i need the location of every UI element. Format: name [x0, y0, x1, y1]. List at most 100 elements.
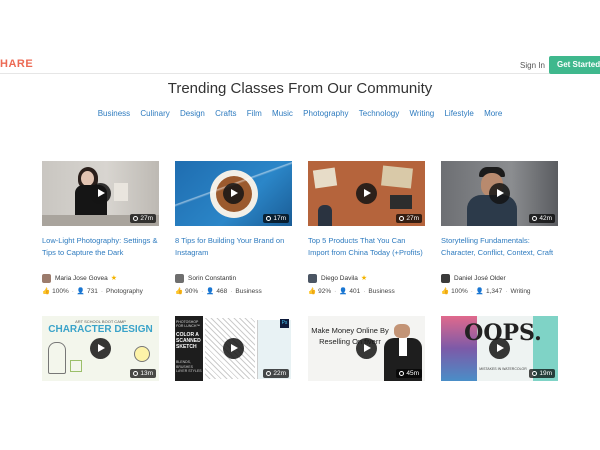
category-culinary[interactable]: Culinary	[140, 109, 169, 118]
duration-badge: 17m	[263, 214, 289, 223]
duration-text: 22m	[273, 370, 286, 377]
category-music[interactable]: Music	[272, 109, 293, 118]
clock-icon	[133, 370, 139, 376]
author-name: Daniel José Older	[454, 274, 506, 282]
play-icon[interactable]	[489, 183, 510, 204]
duration-badge: 22m	[263, 369, 289, 378]
class-category: Photography	[106, 288, 143, 295]
category-design[interactable]: Design	[180, 109, 205, 118]
category-business[interactable]: Business	[98, 109, 130, 118]
author-name: Sorin Constantin	[188, 274, 237, 282]
class-author[interactable]: Maria Jose Govea ★	[42, 272, 159, 284]
logo[interactable]: HARE	[0, 58, 33, 70]
student-icon: 👤	[475, 288, 484, 295]
rating-value: 92%	[318, 288, 332, 295]
class-thumbnail[interactable]: ART SCHOOL BOOT CAMP CHARACTER DESIGN 13…	[42, 316, 159, 381]
class-title[interactable]: 8 Tips for Building Your Brand on Instag…	[175, 235, 292, 271]
play-icon[interactable]	[90, 338, 111, 359]
thumbnail-title: CHARACTER DESIGN	[48, 324, 153, 335]
thumbs-up-icon: 👍	[175, 288, 184, 295]
category-film[interactable]: Film	[247, 109, 262, 118]
clock-icon	[532, 370, 538, 376]
get-started-button[interactable]: Get Started	[549, 56, 600, 74]
clock-icon	[532, 215, 538, 221]
class-category: Business	[368, 288, 395, 295]
sign-in-link[interactable]: Sign In	[520, 61, 545, 70]
class-card[interactable]: 27m Top 5 Products That You Can Import f…	[308, 161, 425, 295]
class-card[interactable]: Make Money Online By Reselling On fiverr…	[308, 316, 425, 381]
student-icon: 👤	[76, 288, 85, 295]
class-card[interactable]: OOPS. MISTAKES IN WATERCOLOR 19m	[441, 316, 558, 381]
thumbnail-title: COLOR A SCANNED SKETCH	[176, 332, 201, 350]
category-technology[interactable]: Technology	[359, 109, 399, 118]
class-author[interactable]: Daniel José Older	[441, 272, 558, 284]
category-crafts[interactable]: Crafts	[215, 109, 236, 118]
play-icon[interactable]	[223, 183, 244, 204]
thumbs-up-icon: 👍	[308, 288, 317, 295]
duration-badge: 27m	[130, 214, 156, 223]
category-lifestyle[interactable]: Lifestyle	[444, 109, 473, 118]
class-card[interactable]: ART SCHOOL BOOT CAMP CHARACTER DESIGN 13…	[42, 316, 159, 381]
class-thumbnail[interactable]: PHOTOSHOP FOR LUNCH™ COLOR A SCANNED SKE…	[175, 316, 292, 381]
category-nav: Business Culinary Design Crafts Film Mus…	[0, 109, 600, 118]
class-card[interactable]: PHOTOSHOP FOR LUNCH™ COLOR A SCANNED SKE…	[175, 316, 292, 381]
student-count: 731	[86, 288, 98, 295]
class-thumbnail[interactable]: 27m	[42, 161, 159, 226]
author-name: Diego Davila	[321, 274, 358, 282]
class-title[interactable]: Top 5 Products That You Can Import from …	[308, 235, 425, 271]
play-icon[interactable]	[356, 183, 377, 204]
class-thumbnail[interactable]: Make Money Online By Reselling On fiverr…	[308, 316, 425, 381]
class-category: Business	[235, 288, 262, 295]
class-thumbnail[interactable]: 42m	[441, 161, 558, 226]
duration-text: 13m	[140, 370, 153, 377]
duration-text: 17m	[273, 215, 286, 222]
class-card[interactable]: 42m Storytelling Fundamentals: Character…	[441, 161, 558, 295]
top-navigation-bar: HARE Sign In Get Started	[0, 0, 600, 74]
clock-icon	[399, 370, 405, 376]
class-title[interactable]: Storytelling Fundamentals: Character, Co…	[441, 235, 558, 271]
duration-badge: 19m	[529, 369, 555, 378]
clock-icon	[266, 215, 272, 221]
duration-badge: 42m	[529, 214, 555, 223]
clock-icon	[399, 215, 405, 221]
class-thumbnail[interactable]: 17m	[175, 161, 292, 226]
student-count: 401	[349, 288, 361, 295]
category-writing[interactable]: Writing	[409, 109, 434, 118]
star-icon: ★	[360, 275, 368, 282]
class-stats: 👍 90% · 👤 468 · Business	[175, 288, 262, 295]
class-author[interactable]: Sorin Constantin	[175, 272, 292, 284]
avatar	[175, 273, 184, 283]
avatar	[42, 273, 51, 283]
class-card[interactable]: 27m Low-Light Photography: Settings & Ti…	[42, 161, 159, 295]
section-heading: Trending Classes From Our Community	[167, 80, 433, 97]
thumbs-up-icon: 👍	[441, 288, 450, 295]
rating-value: 100%	[52, 288, 69, 295]
class-card[interactable]: 17m 8 Tips for Building Your Brand on In…	[175, 161, 292, 295]
clock-icon	[266, 370, 272, 376]
class-stats: 👍 100% · 👤 1,347 · Writing	[441, 288, 531, 295]
duration-badge: 27m	[396, 214, 422, 223]
play-icon[interactable]	[356, 338, 377, 359]
rating-value: 90%	[185, 288, 199, 295]
class-title[interactable]: Low-Light Photography: Settings & Tips t…	[42, 235, 159, 271]
thumbs-up-icon: 👍	[42, 288, 51, 295]
class-thumbnail[interactable]: 27m	[308, 161, 425, 226]
author-name: Maria Jose Govea	[55, 274, 108, 282]
student-count: 468	[216, 288, 228, 295]
category-photography[interactable]: Photography	[303, 109, 348, 118]
class-thumbnail[interactable]: OOPS. MISTAKES IN WATERCOLOR 19m	[441, 316, 558, 381]
duration-badge: 45m	[396, 369, 422, 378]
student-icon: 👤	[339, 288, 348, 295]
play-icon[interactable]	[489, 338, 510, 359]
play-icon[interactable]	[223, 338, 244, 359]
student-icon: 👤	[206, 288, 215, 295]
duration-badge: 13m	[130, 369, 156, 378]
duration-text: 27m	[140, 215, 153, 222]
clock-icon	[133, 215, 139, 221]
class-author[interactable]: Diego Davila ★	[308, 272, 425, 284]
photoshop-icon: Ps	[280, 319, 289, 328]
thumbnail-title: Make Money Online By Reselling On fiverr	[311, 326, 389, 346]
play-icon[interactable]	[90, 183, 111, 204]
duration-text: 27m	[406, 215, 419, 222]
category-more[interactable]: More	[484, 109, 502, 118]
